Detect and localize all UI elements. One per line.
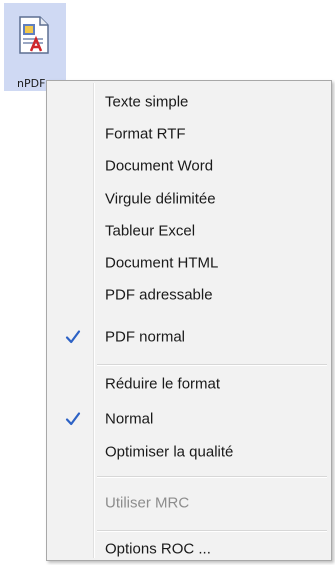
menu-item-label: PDF adressable <box>105 286 213 304</box>
menu-item-pdf-adressable[interactable]: PDF adressable <box>49 279 329 311</box>
menu-item-label: Optimiser la qualité <box>105 443 234 461</box>
menu-item-options-roc[interactable]: Options ROC ... <box>49 533 329 565</box>
desktop-icon-label: nPDF <box>17 77 46 90</box>
menu-item-document-html[interactable]: Document HTML <box>49 247 329 279</box>
menu-separator <box>97 364 327 366</box>
menu-item-label: Options ROC ... <box>105 540 211 558</box>
context-menu: Texte simple Format RTF Document Word Vi… <box>46 80 332 561</box>
menu-item-optimiser-la-qualite[interactable]: Optimiser la qualité <box>49 436 329 468</box>
menu-separator <box>97 530 327 532</box>
menu-item-label: Format RTF <box>105 125 186 143</box>
menu-item-label: Tableur Excel <box>105 222 196 240</box>
menu-item-label: Document HTML <box>105 254 219 272</box>
menu-item-utiliser-mrc: Utiliser MRC <box>49 487 329 519</box>
menu-item-document-word[interactable]: Document Word <box>49 150 329 182</box>
menu-item-label: Réduire le format <box>105 375 221 393</box>
menu-item-label: Document Word <box>105 157 214 175</box>
menu-item-reduire-le-format[interactable]: Réduire le format <box>49 368 329 400</box>
menu-separator <box>97 476 327 478</box>
menu-item-format-rtf[interactable]: Format RTF <box>49 118 329 150</box>
menu-item-label: PDF normal <box>105 328 186 346</box>
menu-item-label: Normal <box>105 410 154 428</box>
menu-item-label: Utiliser MRC <box>105 494 190 512</box>
desktop-icon-npdf[interactable]: nPDF <box>4 3 66 91</box>
pdf-document-icon <box>19 16 49 54</box>
checkmark-icon <box>65 412 81 426</box>
checkmark-icon <box>65 330 81 344</box>
menu-item-tableur-excel[interactable]: Tableur Excel <box>49 215 329 247</box>
menu-item-virgule-delimitee[interactable]: Virgule délimitée <box>49 183 329 215</box>
menu-item-pdf-normal[interactable]: PDF normal <box>49 321 329 353</box>
menu-item-label: Virgule délimitée <box>105 190 216 208</box>
menu-item-label: Texte simple <box>105 93 189 111</box>
menu-item-normal[interactable]: Normal <box>49 403 329 435</box>
menu-item-texte-simple[interactable]: Texte simple <box>49 86 329 118</box>
